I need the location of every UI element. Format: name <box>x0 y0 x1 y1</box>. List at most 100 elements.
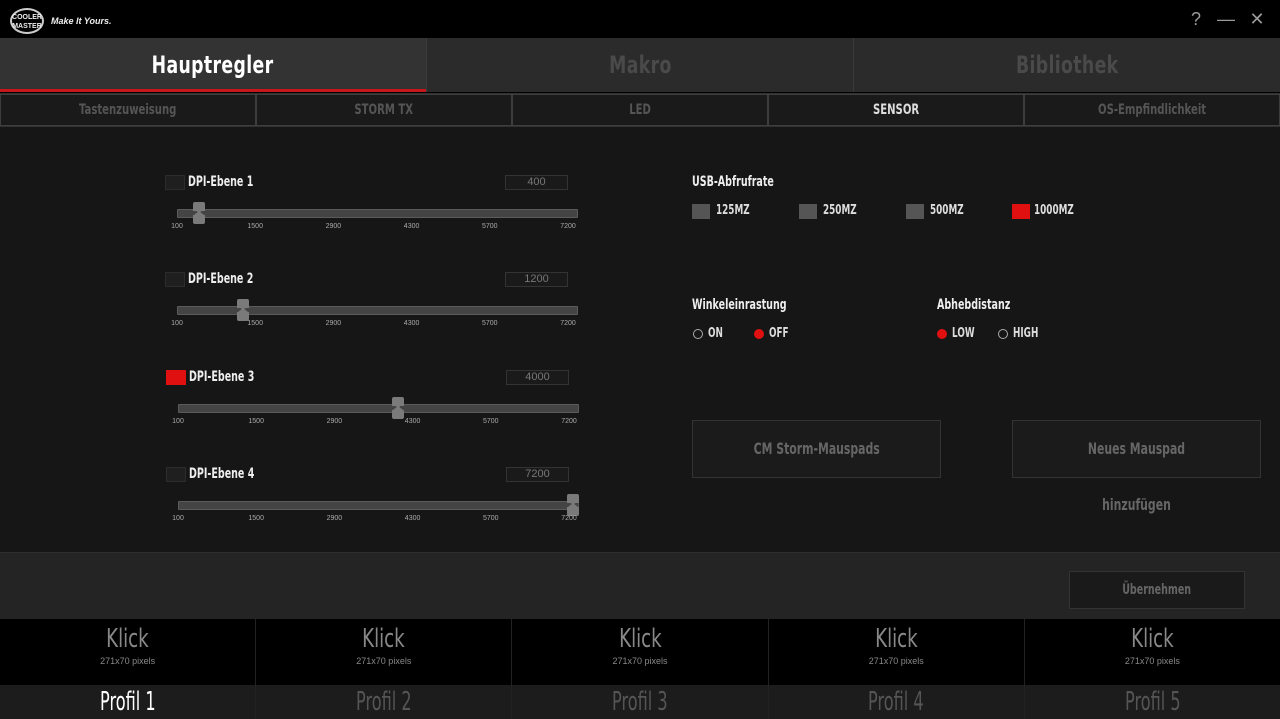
usb-rate-500-box[interactable] <box>906 204 924 219</box>
dpi-level-4-value[interactable]: 7200 <box>506 467 569 482</box>
dpi-tick-label: 5700 <box>482 320 498 327</box>
dpi-tick-label: 100 <box>172 418 184 425</box>
profile-5-image-text: Klick <box>1131 624 1174 654</box>
dpi-level-1-checkbox[interactable] <box>165 175 185 190</box>
dpi-level-3-label: DPI-Ebene 3 <box>189 369 255 385</box>
subtab-os-empfindlichkeit[interactable]: OS-Empfindlichkeit <box>1024 94 1280 126</box>
dpi-tick-label: 4300 <box>404 515 421 522</box>
subtab-sensor[interactable]: SENSOR <box>768 94 1024 126</box>
dpi-tick-label: 100 <box>171 223 183 230</box>
dpi-level-4-checkbox[interactable] <box>166 467 186 482</box>
dpi-tick-label: 4300 <box>403 223 420 230</box>
dpi-tick-label: 7200 <box>560 223 576 230</box>
dpi-tick-label: 1500 <box>248 418 264 425</box>
profile-4-image-text: Klick <box>874 624 918 654</box>
tagline: Make It Yours. <box>51 16 112 26</box>
angle-snap-on-radio[interactable] <box>693 329 703 339</box>
profile-5[interactable]: Klick 271x70 pixels Profil 5 <box>1024 619 1280 719</box>
dpi-level-1-value[interactable]: 400 <box>505 175 568 190</box>
dpi-tick-label: 1500 <box>248 515 264 522</box>
dpi-level-1-slider-thumb[interactable] <box>193 202 206 224</box>
dpi-tick-label: 4300 <box>403 320 420 327</box>
lift-off-low-radio[interactable] <box>937 329 947 339</box>
dpi-level-3-checkbox[interactable] <box>166 370 186 385</box>
profile-4-name[interactable]: Profil 4 <box>768 685 1024 719</box>
usb-rate-250-label: 250MZ <box>823 203 857 218</box>
subtab-tastenzuweisung[interactable]: Tastenzuweisung <box>0 94 256 126</box>
profile-bar: Klick 271x70 pixels Profil 1 Klick 271x7… <box>0 619 1280 719</box>
apply-button[interactable]: Übernehmen <box>1069 571 1245 609</box>
dpi-tick-label: 2900 <box>326 418 343 425</box>
profile-4[interactable]: Klick 271x70 pixels Profil 4 <box>768 619 1025 719</box>
dpi-level-3-slider-track[interactable] <box>178 404 579 413</box>
lift-off-title: Abhebdistanz <box>937 297 1011 313</box>
profile-1[interactable]: Klick 271x70 pixels Profil 1 <box>0 619 257 719</box>
profile-5-name[interactable]: Profil 5 <box>1024 685 1280 719</box>
dpi-level-2-checkbox[interactable] <box>165 272 185 287</box>
dpi-level-1-label: DPI-Ebene 1 <box>188 174 254 190</box>
minimize-icon[interactable]: — <box>1215 10 1237 28</box>
close-icon[interactable]: ✕ <box>1246 10 1268 28</box>
help-icon[interactable]: ? <box>1185 10 1207 28</box>
sub-tabs: Tastenzuweisung STORM TX LED SENSOR OS-E… <box>0 93 1280 127</box>
profile-4-image[interactable]: Klick 271x70 pixels <box>768 619 1024 685</box>
dpi-level-2-value[interactable]: 1200 <box>505 272 568 287</box>
profile-5-image[interactable]: Klick 271x70 pixels <box>1024 619 1280 685</box>
cm-storm-mousepads-button[interactable]: CM Storm-Mauspads <box>692 420 941 478</box>
dpi-level-2: DPI-Ebene 2 1200 100 1500 2900 4300 5700 7200 <box>165 271 585 342</box>
usb-rate-1000-label: 1000MZ <box>1034 203 1074 218</box>
angle-snap-off-radio[interactable] <box>754 329 764 339</box>
angle-snap-on-label: ON <box>708 326 723 341</box>
dpi-tick-label: 7200 <box>560 320 576 327</box>
usb-rate-250-box[interactable] <box>799 204 817 219</box>
title-bar: COOLER MASTER Make It Yours. ? — ✕ <box>0 0 1280 38</box>
dpi-level-2-ticks: 100 1500 2900 4300 5700 7200 <box>171 320 581 330</box>
dpi-level-4-slider-track[interactable] <box>178 501 579 510</box>
dpi-tick-label: 100 <box>172 515 184 522</box>
dpi-level-1-slider-track[interactable] <box>177 209 578 218</box>
dpi-level-4-slider-thumb[interactable] <box>567 494 579 516</box>
lift-off-low-label: LOW <box>952 326 975 341</box>
dpi-tick-label: 1500 <box>247 223 263 230</box>
dpi-level-2-slider-thumb[interactable] <box>237 299 250 321</box>
profile-2-image-text: Klick <box>362 624 406 654</box>
add-mousepad-button[interactable]: Neues Mauspad hinzufügen <box>1012 420 1261 514</box>
profile-1-name[interactable]: Profil 1 <box>0 685 256 719</box>
apply-row: Übernehmen <box>0 552 1280 619</box>
tab-hauptregler[interactable]: Hauptregler <box>0 38 427 92</box>
sensor-panel: DPI-Ebene 1 400 100 1500 2900 4300 5700 7200 … <box>0 127 1280 552</box>
subtab-led[interactable]: LED <box>512 94 768 126</box>
profile-3[interactable]: Klick 271x70 pixels Profil 3 <box>512 619 769 719</box>
cooler-master-logo: COOLER MASTER <box>10 8 44 34</box>
profile-3-image-text: Klick <box>618 624 662 654</box>
usb-rate-125-box[interactable] <box>692 204 710 219</box>
profile-2-image-size: 271x70 pixels <box>356 656 412 666</box>
dpi-level-3-value[interactable]: 4000 <box>506 370 569 385</box>
profile-2[interactable]: Klick 271x70 pixels Profil 2 <box>256 619 513 719</box>
main-tabs: Hauptregler Makro Bibliothek <box>0 38 1280 92</box>
subtab-storm-tx[interactable]: STORM TX <box>256 94 512 126</box>
profile-3-image[interactable]: Klick 271x70 pixels <box>512 619 768 685</box>
dpi-tick-label: 5700 <box>483 418 499 425</box>
dpi-tick-label: 5700 <box>482 223 498 230</box>
profile-3-name[interactable]: Profil 3 <box>512 685 768 719</box>
profile-1-image[interactable]: Klick 271x70 pixels <box>0 619 256 685</box>
dpi-tick-label: 1500 <box>247 320 263 327</box>
dpi-tick-label: 2900 <box>325 223 342 230</box>
dpi-level-4-label: DPI-Ebene 4 <box>189 466 255 482</box>
dpi-level-1: DPI-Ebene 1 400 100 1500 2900 4300 5700 7200 <box>165 174 585 245</box>
profile-1-image-text: Klick <box>106 624 149 654</box>
dpi-level-3-slider-thumb[interactable] <box>391 397 404 419</box>
profile-2-image[interactable]: Klick 271x70 pixels <box>256 619 512 685</box>
profile-2-name[interactable]: Profil 2 <box>256 685 512 719</box>
dpi-level-1-ticks: 100 1500 2900 4300 5700 7200 <box>171 223 581 233</box>
dpi-level-2-label: DPI-Ebene 2 <box>188 271 254 287</box>
dpi-tick-label: 7200 <box>561 418 577 425</box>
tab-bibliothek[interactable]: Bibliothek <box>854 38 1280 92</box>
usb-rate-1000-box[interactable] <box>1012 204 1030 219</box>
dpi-tick-label: 100 <box>171 320 183 327</box>
tab-makro[interactable]: Makro <box>427 38 854 92</box>
lift-off-high-radio[interactable] <box>998 329 1008 339</box>
usb-rate-title: USB-Abfrufrate <box>692 174 774 190</box>
usb-rate-500-label: 500MZ <box>930 203 964 218</box>
